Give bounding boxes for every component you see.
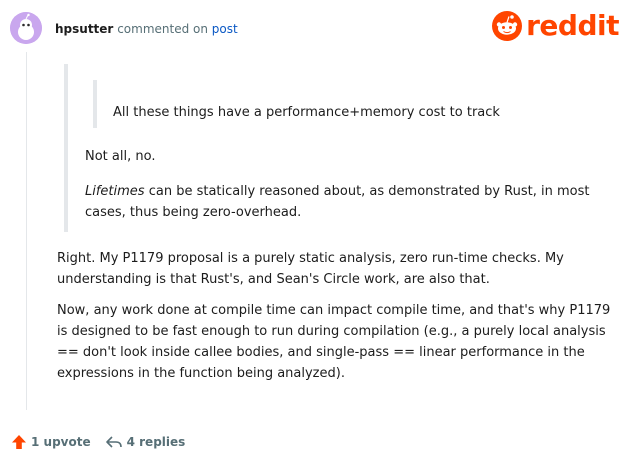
reddit-logo[interactable]: reddit xyxy=(492,10,619,42)
upvote-count: 1 upvote xyxy=(31,435,91,449)
reddit-wordmark: reddit xyxy=(526,9,619,42)
lifetimes-rest: can be statically reasoned about, as dem… xyxy=(85,184,590,220)
reply-arrow-icon xyxy=(105,436,122,448)
nested-quote-text: All these things have a performance+memo… xyxy=(113,105,500,120)
thread-line[interactable] xyxy=(26,52,27,410)
replies-button[interactable]: 4 replies xyxy=(105,434,186,450)
comment-paragraph-2: Now, any work done at compile time can i… xyxy=(57,303,611,381)
post-link[interactable]: post xyxy=(212,22,238,36)
comment-header: hpsutter commented on post reddit xyxy=(10,10,619,46)
lifetimes-emphasis: Lifetimes xyxy=(85,184,145,199)
comment-paragraph-1: Right. My P1179 proposal is a purely sta… xyxy=(57,251,564,287)
reddit-logo-icon xyxy=(492,11,523,41)
upvote-arrow-icon xyxy=(12,435,26,449)
username[interactable]: hpsutter xyxy=(55,22,113,36)
action-text: commented on xyxy=(117,22,208,36)
comment-footer: 1 upvote 4 replies xyxy=(11,432,185,452)
replies-count: 4 replies xyxy=(126,435,186,449)
quote-lifetimes-text: Lifetimes can be statically reasoned abo… xyxy=(85,181,605,223)
avatar[interactable] xyxy=(10,12,42,44)
upvote-button[interactable]: 1 upvote xyxy=(11,434,91,450)
comment-meta: hpsutter commented on post xyxy=(55,21,238,37)
quote-reply-text: Not all, no. xyxy=(85,149,156,164)
snoo-avatar-icon xyxy=(10,12,42,44)
